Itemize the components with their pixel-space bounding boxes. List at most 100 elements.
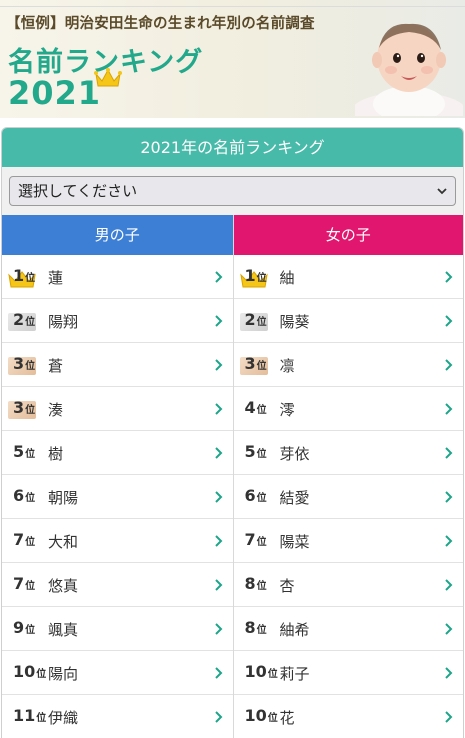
rank-number: 11位	[13, 706, 47, 725]
rank-unit: 位	[25, 449, 36, 460]
name-label: 大和	[48, 533, 79, 551]
chevron-right-icon	[214, 711, 222, 723]
name-label: 颯真	[48, 621, 79, 639]
rank-badge: 10位	[240, 706, 278, 728]
list-item[interactable]: 3位湊	[2, 387, 233, 431]
chevron-right-icon	[214, 315, 222, 327]
list-item[interactable]: 10位花	[234, 695, 464, 738]
rank-unit: 位	[36, 669, 47, 680]
name-label: 紬	[279, 269, 295, 287]
chevron-right-icon	[214, 623, 222, 635]
list-item[interactable]: 9位 颯真	[2, 607, 233, 651]
rank-number: 7位	[13, 530, 36, 549]
name-label: 蒼	[48, 357, 64, 375]
name-label: 陽葵	[279, 313, 310, 331]
list-item[interactable]: 1位蓮	[2, 255, 233, 299]
list-item[interactable]: 7位 陽菜	[233, 519, 463, 563]
chevron-right-icon	[445, 579, 453, 591]
list-item[interactable]: 7位 悠真	[2, 563, 233, 607]
rank-unit: 位	[25, 405, 36, 416]
chevron-right-icon	[445, 403, 453, 415]
chevron-right-icon	[445, 711, 453, 723]
rank-unit: 位	[267, 713, 278, 724]
girls-list: 1位紬 2位 陽葵 3位凛 4位澪 5位 芽依 6位 結愛 7位 陽菜 8位杏 8位 紬希 10位 莉子 10位…	[233, 255, 464, 738]
list-item[interactable]: 4位澪	[233, 387, 463, 431]
rank-unit: 位	[25, 537, 36, 548]
list-item[interactable]: 2位 陽葵	[233, 299, 463, 343]
girls-header: 女の子	[233, 215, 463, 255]
rank-badge: 11位	[8, 706, 46, 728]
rank-unit: 位	[256, 449, 267, 460]
rank-unit: 位	[256, 493, 267, 504]
list-item[interactable]: 5位 芽依	[233, 431, 463, 475]
name-label: 澪	[279, 401, 295, 419]
crown-icon	[94, 68, 122, 87]
chevron-right-icon	[445, 623, 453, 635]
chevron-right-icon	[214, 271, 222, 283]
page: 【恒例】明治安田生命の生まれ年別の名前調査 名前ランキング 2021 2021年…	[0, 0, 465, 738]
boys-header: 男の子	[2, 215, 233, 255]
rank-number: 5位	[13, 442, 36, 461]
list-item[interactable]: 7位 大和	[2, 519, 233, 563]
rank-unit: 位	[267, 669, 278, 680]
chevron-right-icon	[214, 359, 222, 371]
rank-badge: 10位	[8, 662, 46, 684]
name-label: 凛	[279, 357, 295, 375]
rank-badge: 4位	[240, 398, 278, 420]
list-item[interactable]: 8位 紬希	[233, 607, 463, 651]
name-label: 陽翔	[48, 313, 79, 331]
chevron-right-icon	[445, 667, 453, 679]
list-item[interactable]: 6位 結愛	[233, 475, 463, 519]
list-item[interactable]: 6位 朝陽	[2, 475, 233, 519]
list-item[interactable]: 3位凛	[233, 343, 463, 387]
chevron-right-icon	[445, 447, 453, 459]
name-label: 陽向	[48, 665, 79, 683]
name-label: 紬希	[279, 621, 310, 639]
name-label: 蓮	[48, 269, 64, 287]
rank-number: 6位	[244, 486, 267, 505]
divider	[0, 6, 465, 7]
girls-column: 女の子 1位紬 2位 陽葵 3位凛 4位澪 5位 芽依 6位 結愛 7位 陽菜 8位杏 8位 紬希 10位莉…	[232, 215, 464, 738]
rank-badge: 7位	[8, 574, 46, 596]
list-item[interactable]: 11位 伊織	[2, 695, 233, 738]
rank-badge: 3位	[8, 354, 46, 376]
rank-unit: 位	[256, 405, 267, 416]
year-select-value: 選択してください	[18, 182, 138, 200]
rank-badge: 9位	[8, 618, 46, 640]
rank-badge: 6位	[240, 486, 278, 508]
list-item[interactable]: 3位蒼	[2, 343, 233, 387]
hero-banner: 【恒例】明治安田生命の生まれ年別の名前調査 名前ランキング 2021	[0, 0, 465, 118]
rank-unit: 位	[25, 361, 36, 372]
rank-badge: 7位	[8, 530, 46, 552]
ranking-columns: 男の子 1位蓮 2位 陽翔 3位蒼 3位湊 5位樹 6位 朝陽 7位 大和 7位 悠真 9位 颯真 10位陽…	[2, 215, 463, 738]
boys-list: 1位蓮 2位 陽翔 3位蒼 3位湊 5位樹 6位 朝陽 7位 大和 7位 悠真 9位 颯真 10位 陽向 11位…	[2, 255, 233, 738]
list-item[interactable]: 1位紬	[233, 255, 463, 299]
list-item[interactable]: 2位 陽翔	[2, 299, 233, 343]
rank-unit: 位	[256, 537, 267, 548]
rank-badge: 10位	[240, 662, 278, 684]
rank-number: 8位	[244, 574, 267, 593]
rank-badge: 1位	[8, 266, 46, 288]
name-label: 莉子	[279, 665, 310, 683]
rank-number: 1位	[13, 266, 36, 285]
rank-unit: 位	[25, 317, 36, 328]
name-label: 悠真	[48, 577, 79, 595]
name-label: 杏	[279, 577, 295, 595]
rank-number: 2位	[244, 310, 267, 329]
rank-unit: 位	[256, 317, 267, 328]
rank-number: 6位	[13, 486, 36, 505]
list-item[interactable]: 5位樹	[2, 431, 233, 475]
list-item[interactable]: 10位 莉子	[233, 651, 463, 695]
list-item[interactable]: 8位杏	[233, 563, 463, 607]
rank-unit: 位	[256, 273, 267, 284]
rank-number: 7位	[244, 530, 267, 549]
rank-number: 5位	[244, 442, 267, 461]
year-select[interactable]: 選択してください	[9, 176, 456, 206]
name-label: 樹	[48, 445, 64, 463]
year-select-container: 選択してください	[2, 167, 463, 215]
list-item[interactable]: 10位 陽向	[2, 651, 233, 695]
rank-badge: 5位	[240, 442, 278, 464]
banner-subtitle: 【恒例】明治安田生命の生まれ年別の名前調査	[6, 16, 315, 32]
chevron-right-icon	[445, 315, 453, 327]
chevron-right-icon	[214, 403, 222, 415]
